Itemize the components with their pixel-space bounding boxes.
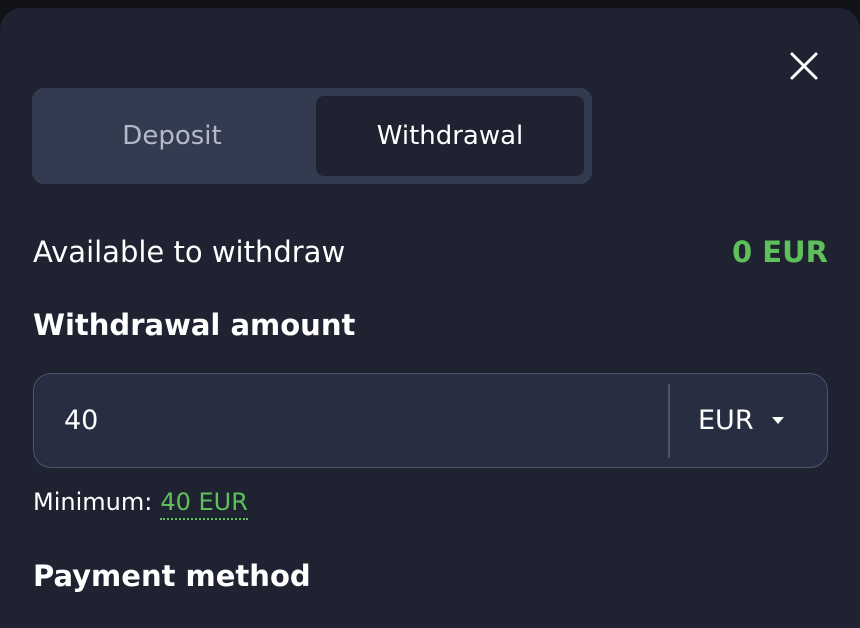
available-label: Available to withdraw <box>33 235 346 269</box>
withdraw-dialog: Deposit Withdrawal Available to withdraw… <box>0 8 860 628</box>
caret-down-icon <box>771 416 784 424</box>
currency-value: EUR <box>698 404 754 436</box>
amount-input[interactable] <box>64 374 664 466</box>
minimum-row: Minimum: 40 EUR <box>33 488 248 520</box>
currency-select[interactable]: EUR <box>670 374 826 466</box>
tab-deposit[interactable]: Deposit <box>38 96 306 176</box>
tab-bar: Deposit Withdrawal <box>32 88 592 184</box>
withdrawal-amount-label: Withdrawal amount <box>33 308 356 342</box>
minimum-value-link[interactable]: 40 EUR <box>160 488 248 520</box>
tab-withdrawal[interactable]: Withdrawal <box>316 96 584 176</box>
close-button[interactable] <box>784 48 824 88</box>
available-row: Available to withdraw 0 EUR <box>33 232 828 272</box>
available-value: 0 EUR <box>732 235 828 269</box>
payment-method-label: Payment method <box>33 559 311 593</box>
minimum-label: Minimum: <box>33 488 153 516</box>
amount-field: EUR <box>33 373 828 468</box>
close-icon <box>790 52 818 80</box>
